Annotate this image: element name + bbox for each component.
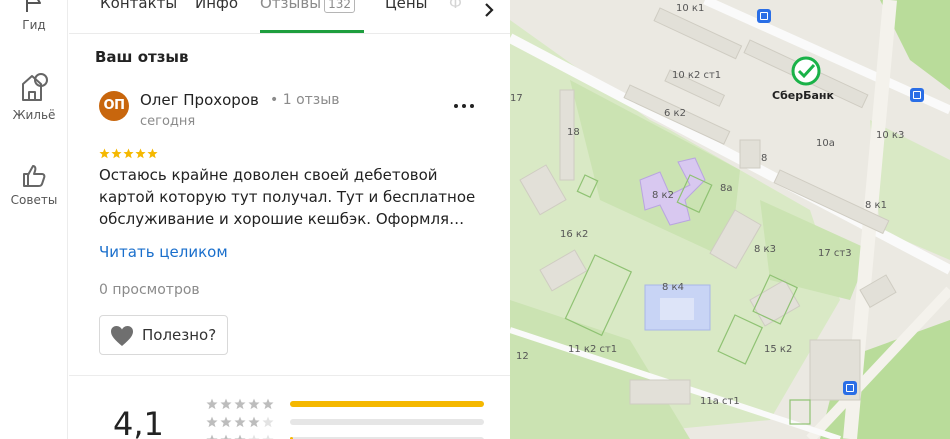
rail-item-label: Гид: [22, 18, 46, 32]
chevron-right-icon: [485, 3, 494, 17]
map-building-label: 8а: [720, 183, 733, 194]
tab-prices[interactable]: Цены: [385, 0, 428, 12]
review-views: 0 просмотров: [99, 282, 200, 298]
star-icon: [99, 148, 110, 159]
star-icon: [248, 434, 260, 439]
star-icon: [234, 398, 246, 410]
rating-row-stars: [206, 434, 280, 439]
bus-stop-icon[interactable]: [843, 381, 857, 395]
map-building-label: 8: [761, 153, 768, 164]
star-icon: [262, 398, 274, 410]
star-icon: [220, 434, 232, 439]
rating-bar-track: [290, 401, 484, 407]
average-rating: 4,1: [113, 405, 164, 439]
useful-button[interactable]: Полезно?: [99, 315, 228, 355]
rail-item-label: Советы: [10, 193, 58, 207]
thumbs-up-icon: [23, 165, 46, 187]
map-building-label: 16 к2: [560, 229, 589, 240]
heart-icon: [111, 326, 133, 346]
map-building-label: 11 к2 ст1: [568, 344, 618, 355]
left-rail: Гид Жильё Советы: [0, 0, 68, 439]
reviews-count-badge: 132: [324, 0, 355, 13]
review-rating-stars: [99, 148, 159, 160]
rating-row-stars: [206, 416, 280, 428]
map-poi-sberbank[interactable]: СберБанк: [772, 56, 842, 104]
divider: [69, 375, 510, 376]
section-title: Ваш отзыв: [95, 48, 189, 66]
star-icon: [234, 434, 246, 439]
avatar[interactable]: ОП: [99, 91, 129, 121]
map-building-label: 17: [510, 93, 523, 104]
more-options-button[interactable]: [453, 98, 475, 114]
map-building-label: 18: [567, 127, 580, 138]
tab-contacts[interactable]: Контакты: [100, 0, 177, 12]
map-building-label: 12: [516, 351, 529, 362]
tab-reviews[interactable]: Отзывы 132: [260, 0, 355, 13]
divider: [69, 33, 510, 34]
rating-bar-fill: [290, 401, 484, 407]
star-icon: [220, 398, 232, 410]
map-building-label: 15 к2: [764, 344, 793, 355]
dot-icon: [470, 104, 474, 108]
useful-button-label: Полезно?: [142, 326, 217, 344]
star-icon: [206, 398, 218, 410]
tab-bar: Контакты Инфо Отзывы 132 Цены Ф: [69, 0, 510, 34]
star-icon: [262, 416, 274, 428]
map-building-label: 10 к2 ст1: [672, 70, 722, 81]
read-more-link[interactable]: Читать целиком: [99, 243, 228, 261]
rail-item-guide[interactable]: Гид: [0, 0, 68, 32]
star-icon: [135, 148, 146, 159]
flag-icon: [26, 0, 41, 12]
bus-stop-icon[interactable]: [910, 88, 924, 102]
star-icon: [234, 416, 246, 428]
rating-bar-track: [290, 419, 484, 425]
tab-info[interactable]: Инфо: [195, 0, 238, 12]
star-icon: [206, 434, 218, 439]
rail-item-housing[interactable]: Жильё: [0, 70, 68, 122]
tabs-scroll-right-button[interactable]: [475, 0, 505, 26]
map-building-label: 8 к4: [662, 282, 684, 293]
star-icon: [123, 148, 134, 159]
rail-item-tips[interactable]: Советы: [0, 163, 68, 207]
rating-row-stars: [206, 398, 280, 410]
map[interactable]: 10 к1 10 к2 ст1 10 к3 10а 6 к2 18 17 8 8…: [510, 0, 950, 439]
tab-reviews-label: Отзывы: [260, 0, 322, 12]
map-building-label: 10 к1: [676, 3, 705, 14]
dot-icon: [454, 104, 458, 108]
star-icon: [147, 148, 158, 159]
map-building-label: 17 ст3: [818, 248, 852, 259]
map-building-label: 11а ст1: [700, 396, 740, 407]
map-canvas: [510, 0, 950, 439]
dot-icon: [462, 104, 466, 108]
sberbank-logo-icon: [791, 56, 821, 86]
map-building-label: 10а: [816, 138, 835, 149]
organization-panel: Контакты Инфо Отзывы 132 Цены Ф Ваш отзыв…: [69, 0, 510, 439]
star-icon: [262, 434, 274, 439]
map-building-label: 8 к1: [865, 200, 887, 211]
star-icon: [206, 416, 218, 428]
star-icon: [220, 416, 232, 428]
star-icon: [248, 398, 260, 410]
rail-item-label: Жильё: [12, 108, 56, 122]
star-icon: [248, 416, 260, 428]
bus-stop-icon[interactable]: [757, 9, 771, 23]
map-building-label: 8 к3: [754, 244, 776, 255]
tab-partial: Ф: [449, 0, 462, 12]
house-tree-icon: [22, 73, 48, 101]
map-building-label: 6 к2: [664, 108, 686, 119]
star-icon: [111, 148, 122, 159]
review-date: сегодня: [140, 114, 196, 129]
review-author-name[interactable]: Олег Прохоров: [140, 91, 259, 109]
map-building-label: 10 к3: [876, 130, 905, 141]
map-building-label: 8 к2: [652, 190, 674, 201]
review-text: Остаюсь крайне доволен своей дебетовой к…: [99, 166, 476, 228]
map-poi-label: СберБанк: [772, 89, 834, 102]
review-author-meta: • 1 отзыв: [270, 92, 340, 108]
